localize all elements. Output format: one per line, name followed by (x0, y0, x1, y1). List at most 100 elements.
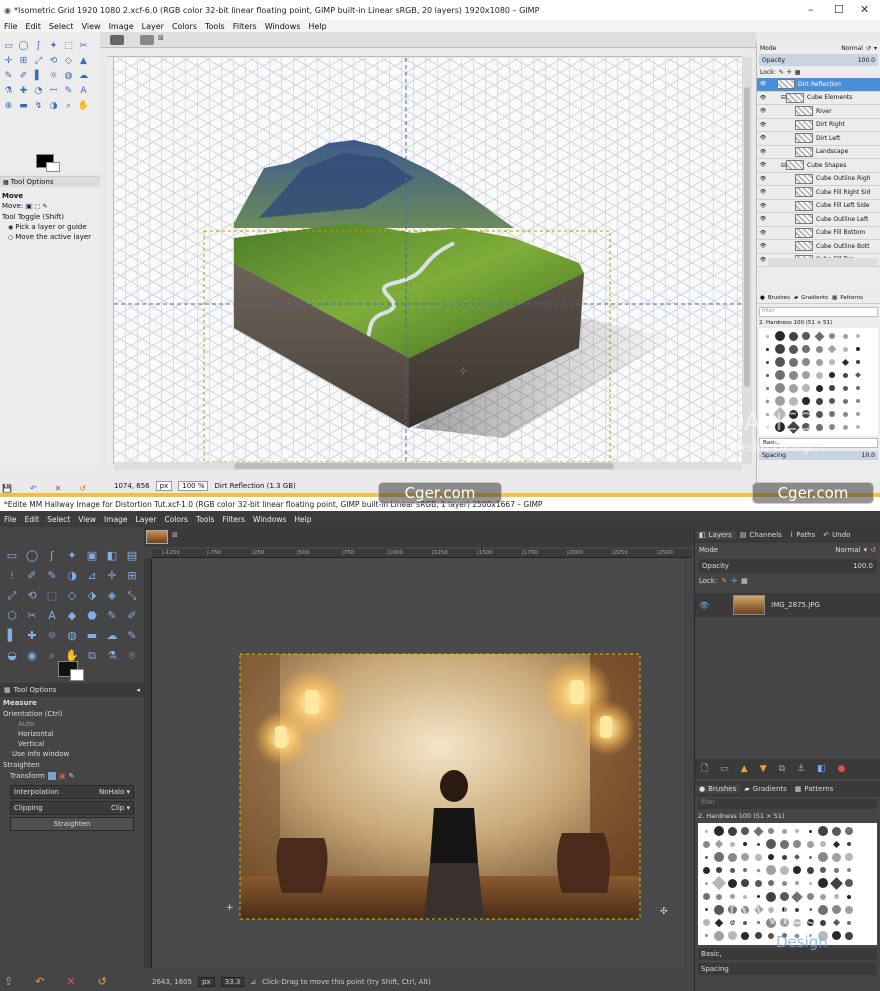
brush-preset-icon[interactable] (831, 918, 841, 928)
brush-preset-icon[interactable] (844, 931, 854, 941)
brush-preset-icon[interactable] (792, 878, 802, 888)
brush-preset-icon[interactable] (840, 422, 850, 432)
mode-reset-icon[interactable]: ↺ (870, 546, 876, 554)
toolbox-tool-icon[interactable]: ◑ (47, 100, 60, 113)
brush-preset-icon[interactable] (727, 826, 737, 836)
brush-preset-icon[interactable] (788, 357, 798, 367)
brush-preset-icon[interactable] (727, 878, 737, 888)
brush-preset-icon[interactable] (740, 865, 750, 875)
layer-row[interactable]: 👁 IMG_2875.JPG (695, 593, 880, 617)
move-selection-icon[interactable]: ⬚ (35, 203, 41, 210)
toolbox-tool-icon[interactable]: ✂ (77, 40, 90, 53)
brush-preset-icon[interactable] (853, 409, 863, 419)
menu-colors[interactable]: Colors (164, 515, 188, 524)
brush-preset-icon[interactable] (779, 878, 789, 888)
layer-row[interactable]: 👁 Cube Outline Bott (757, 240, 880, 254)
brush-preset-icon[interactable] (801, 370, 811, 380)
spacing-slider[interactable]: Spacing (698, 963, 877, 975)
toolbox-tool-icon[interactable]: ✎ (44, 567, 60, 583)
toolbox-tool-icon[interactable]: ✚ (17, 85, 30, 98)
menu-layer[interactable]: Layer (136, 515, 157, 524)
tab-patterns[interactable]: ▦ Patterns (791, 785, 837, 793)
tab-brushes[interactable]: ● Brushes (695, 785, 741, 793)
brush-preset-icon[interactable] (766, 878, 776, 888)
image-tab-thumbnail[interactable] (110, 35, 124, 45)
toolbox-tool-icon[interactable]: ✦ (47, 40, 60, 53)
toolbox-tool-icon[interactable]: ⊿ (84, 567, 100, 583)
brush-preset-icon[interactable] (788, 331, 798, 341)
menu-select[interactable]: Select (47, 515, 70, 524)
brush-preset-icon[interactable] (714, 826, 724, 836)
toolbox-tool-icon[interactable]: ✐ (17, 70, 30, 83)
lock-position-icon[interactable]: ✛ (731, 577, 737, 585)
brush-preset-icon[interactable] (844, 865, 854, 875)
brush-preset-icon[interactable] (762, 344, 772, 354)
save-options-icon[interactable]: 💾 (2, 484, 12, 493)
menu-image[interactable]: Image (104, 515, 128, 524)
brush-preset-icon[interactable] (762, 370, 772, 380)
toolbox-tool-icon[interactable]: ↯ (32, 100, 45, 113)
toolbox-tool-icon[interactable]: ⌕ (62, 100, 75, 113)
brush-preset-icon[interactable] (844, 826, 854, 836)
radio-move-active[interactable]: ○ Move the active layer (0, 232, 100, 242)
menu-filters[interactable]: Filters (222, 515, 244, 524)
visibility-eye-icon[interactable]: 👁 (757, 108, 769, 114)
brush-preset-icon[interactable] (827, 344, 837, 354)
use-info-window-checkbox[interactable]: Use info window (0, 749, 144, 759)
transform-path-icon[interactable]: ✎ (68, 772, 74, 780)
brush-preset-icon[interactable] (788, 396, 798, 406)
brush-preset-icon[interactable] (701, 931, 711, 941)
reset-options-icon[interactable]: ↺ (98, 975, 107, 988)
menu-tools[interactable]: Tools (205, 22, 225, 31)
brush-preset-icon[interactable] (801, 383, 811, 393)
brush-preset-icon[interactable] (727, 931, 737, 941)
layer-row[interactable]: 👁 Dirt Right (757, 119, 880, 132)
move-layer-icon[interactable]: ▣ (25, 202, 33, 210)
brush-preset-icon[interactable] (727, 865, 737, 875)
brush-preset-icon[interactable] (766, 826, 776, 836)
menu-edit[interactable]: Edit (25, 515, 40, 524)
toolbox-tool-icon[interactable]: ▬ (17, 100, 30, 113)
brush-preset-icon[interactable] (701, 852, 711, 862)
brush-preset-icon[interactable] (740, 878, 750, 888)
toolbox-tool-icon[interactable]: ⊞ (124, 567, 140, 583)
canvas-vertical-scrollbar[interactable] (742, 57, 752, 464)
close-icon[interactable]: ✕ (860, 3, 869, 16)
brush-preset-icon[interactable] (714, 839, 724, 849)
brush-preset-icon[interactable] (827, 396, 837, 406)
toolbox-tool-icon[interactable]: ✐ (24, 567, 40, 583)
radio-auto[interactable]: Auto (0, 719, 144, 729)
toolbox-tool-icon[interactable]: ◍ (64, 627, 80, 643)
brush-preset-icon[interactable] (792, 852, 802, 862)
toolbox-tool-icon[interactable]: ✎ (124, 627, 140, 643)
brush-preset-icon[interactable] (792, 826, 802, 836)
toolbox-tool-icon[interactable]: ⤢ (4, 587, 20, 603)
brush-preset-icon[interactable] (818, 826, 828, 836)
layer-row[interactable]: 👁 Cube Outline Left (757, 213, 880, 227)
brush-preset-icon[interactable] (714, 904, 724, 915)
menu-select[interactable]: Select (49, 22, 74, 31)
brush-preset-icon[interactable] (753, 852, 763, 862)
brush-preset-icon[interactable] (840, 344, 850, 354)
mode-dropdown-icon[interactable]: ▾ (874, 45, 877, 52)
brush-preset-icon[interactable] (805, 839, 815, 849)
brush-preset-icon[interactable] (766, 865, 776, 876)
brush-preset-icon[interactable] (805, 878, 815, 888)
menu-edit[interactable]: Edit (25, 22, 41, 31)
new-layer-icon[interactable]: 🗋 (701, 761, 708, 777)
toolbox-tool-icon[interactable]: ⊕ (2, 100, 15, 113)
brush-preset-icon[interactable] (831, 839, 841, 849)
toolbox-tool-icon[interactable]: ʃ (44, 547, 60, 563)
toolbox-tool-icon[interactable]: ▬ (84, 627, 100, 643)
toolbox-tool-icon[interactable]: ✛ (2, 55, 15, 68)
toolbox-tool-icon[interactable]: ⌾ (124, 647, 140, 663)
toolbox-tool-icon[interactable]: ⧉ (84, 647, 100, 663)
brush-preset-icon[interactable] (740, 839, 750, 849)
brush-preset-icon[interactable] (805, 852, 815, 862)
duplicate-layer-icon[interactable]: ⧉ (779, 764, 785, 774)
toolbox-tool-icon[interactable]: ▣ (84, 547, 100, 563)
brush-preset-icon[interactable] (714, 865, 724, 875)
delete-layer-icon[interactable]: ● (838, 764, 846, 774)
brush-preset-icon[interactable] (762, 396, 772, 406)
layer-row[interactable]: 👁 Cube Fill Right Sid (757, 186, 880, 200)
